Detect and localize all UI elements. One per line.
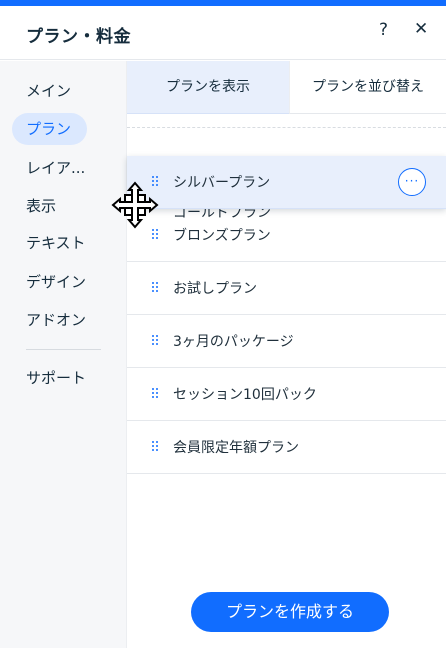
sidebar-item-main[interactable]: メイン [12, 75, 85, 107]
plan-label: セッション10回パック [173, 387, 317, 403]
drag-handle-icon[interactable] [152, 282, 160, 294]
tab-bar: プランを表示 プランを並び替え [127, 61, 446, 114]
plan-row-session10[interactable]: セッション10回パック [127, 368, 446, 421]
plan-row-trial[interactable]: お試しプラン [127, 262, 446, 315]
panel-header: プラン・料金 ? ✕ [0, 6, 446, 60]
sidebar: メイン プラン レイア... 表示 テキスト デザイン アドオン サポート [0, 61, 127, 648]
drop-indicator-line [127, 127, 446, 128]
sidebar-item-text[interactable]: テキスト [12, 227, 100, 259]
plan-label: ブロンズプラン [173, 228, 271, 244]
drag-handle-icon[interactable] [152, 229, 160, 241]
create-plan-button[interactable]: プランを作成する [191, 592, 389, 632]
drag-handle-icon[interactable] [152, 388, 160, 400]
tab-reorder-plans[interactable]: プランを並び替え [289, 61, 446, 114]
plan-label: シルバープラン [173, 175, 271, 191]
drag-handle-icon[interactable] [152, 441, 160, 453]
sidebar-item-display[interactable]: 表示 [12, 190, 70, 222]
plan-row-member-annual[interactable]: 会員限定年額プラン [127, 421, 446, 474]
plan-list: ブロンズプラン お試しプラン 3ヶ月のパッケージ セッション10回パック 会員限… [127, 209, 446, 474]
sidebar-item-design[interactable]: デザイン [12, 266, 100, 298]
help-button[interactable]: ? [379, 20, 388, 40]
plan-label: お試しプラン [173, 281, 257, 297]
sidebar-item-support[interactable]: サポート [12, 362, 100, 394]
plan-label: 3ヶ月のパッケージ [173, 334, 294, 350]
move-cursor-icon [111, 181, 159, 229]
close-button[interactable]: ✕ [414, 19, 428, 39]
plan-row-3month[interactable]: 3ヶ月のパッケージ [127, 315, 446, 368]
plan-row-bronze[interactable]: ブロンズプラン [127, 209, 446, 262]
sidebar-item-plans[interactable]: プラン [12, 113, 87, 145]
more-options-button[interactable]: ··· [398, 168, 426, 196]
plan-label: 会員限定年額プラン [173, 440, 299, 456]
sidebar-item-addons[interactable]: アドオン [12, 304, 100, 336]
sidebar-item-layout[interactable]: レイア... [12, 152, 99, 184]
drag-handle-icon[interactable] [152, 335, 160, 347]
tab-show-plans[interactable]: プランを表示 [127, 61, 289, 114]
dragging-plan-row[interactable]: シルバープラン ··· [127, 156, 446, 209]
main-panel: プランを表示 プランを並び替え ゴールドプラン ブロンズプラン お試しプラン 3… [127, 61, 446, 648]
sidebar-divider [26, 349, 101, 350]
panel-title: プラン・料金 [26, 27, 131, 47]
